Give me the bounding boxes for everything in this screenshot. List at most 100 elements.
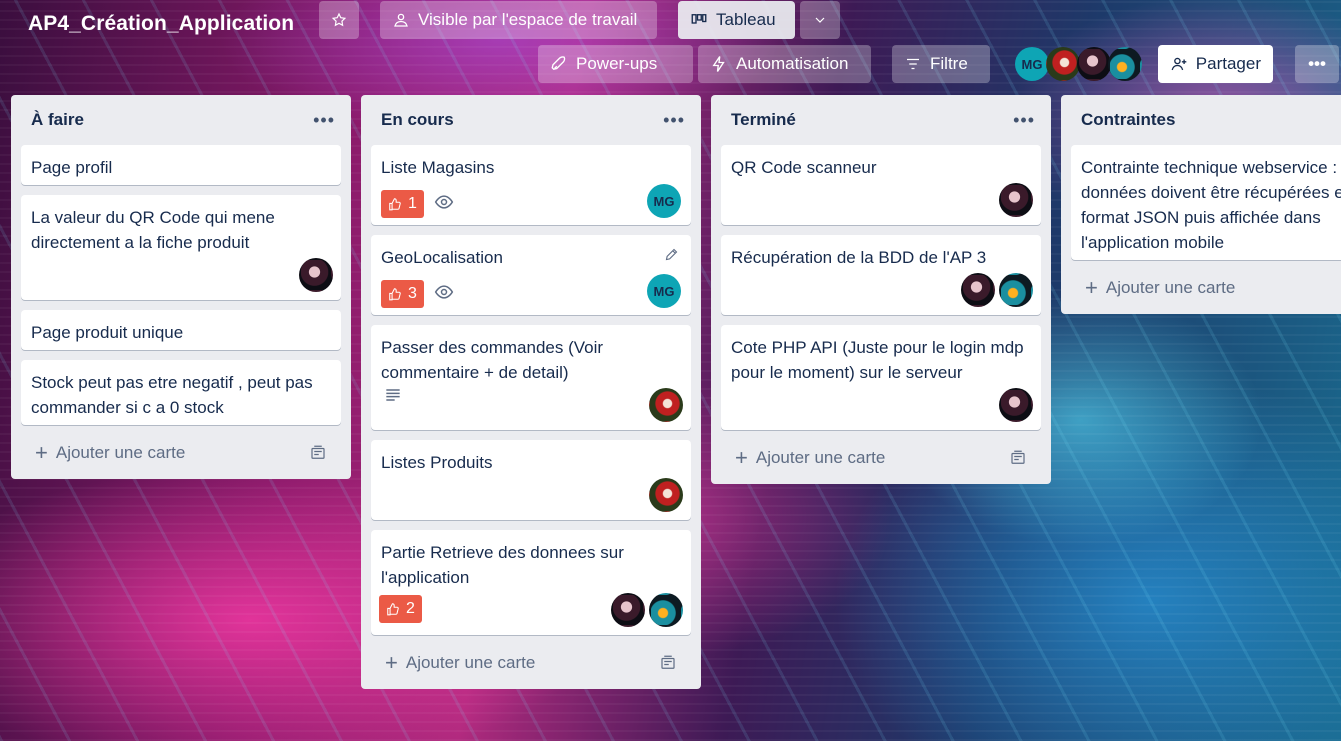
view-switcher-board[interactable]: Tableau <box>678 1 795 39</box>
card[interactable]: Récupération de la BDD de l'AP 3 <box>721 235 1041 315</box>
member-avatar[interactable] <box>299 258 333 292</box>
member-avatar[interactable] <box>999 388 1033 422</box>
plus-icon: + <box>35 440 48 465</box>
card-title: Page profil <box>31 158 113 177</box>
star-button[interactable] <box>319 1 359 39</box>
add-card-label: Ajouter une carte <box>1105 278 1236 297</box>
thumbs-up-icon <box>389 198 401 211</box>
edit-pencil-icon[interactable] <box>664 247 679 267</box>
card[interactable]: Liste Magasins 1 MG <box>371 145 691 225</box>
list-contraintes: Contraintes Contrainte technique webserv… <box>1061 95 1341 314</box>
list-termine: Terminé ••• QR Code scanneur Récupératio… <box>711 95 1051 484</box>
member-avatar[interactable] <box>649 593 683 627</box>
chevron-down-icon <box>815 17 825 23</box>
member-avatar[interactable] <box>1108 47 1142 81</box>
card-members <box>649 478 683 512</box>
list-title[interactable]: Terminé <box>731 110 796 130</box>
share-button[interactable]: Partager <box>1158 45 1273 83</box>
member-avatar-mg[interactable]: MG <box>1015 47 1049 81</box>
card[interactable]: Page produit unique <box>21 310 341 350</box>
card[interactable]: Stock peut pas etre negatif , peut pas c… <box>21 360 341 425</box>
card-title: Contrainte technique webservice : donnée… <box>1081 158 1341 252</box>
template-icon[interactable] <box>309 444 327 462</box>
card-members <box>961 273 1033 307</box>
card[interactable]: Listes Produits <box>371 440 691 520</box>
template-icon[interactable] <box>659 654 677 672</box>
list-title[interactable]: À faire <box>31 110 84 130</box>
view-dropdown-button[interactable] <box>800 1 840 39</box>
visibility-button[interactable]: Visible par l'espace de travail <box>380 1 657 39</box>
add-person-icon <box>1171 57 1187 71</box>
card[interactable]: Partie Retrieve des donnees sur l'applic… <box>371 530 691 635</box>
star-icon <box>331 12 347 27</box>
card-title: Stock peut pas etre negatif , peut pas c… <box>31 373 313 417</box>
vote-count: 3 <box>408 285 417 302</box>
vote-badge: 3 <box>381 280 424 308</box>
add-card-label: Ajouter une carte <box>55 443 186 462</box>
filter-label: Filtre <box>930 54 968 73</box>
automation-label: Automatisation <box>736 54 849 73</box>
visibility-label: Visible par l'espace de travail <box>418 10 638 29</box>
member-avatar-mg[interactable]: MG <box>647 184 681 218</box>
board-view-icon <box>691 14 707 24</box>
card[interactable]: Page profil <box>21 145 341 185</box>
template-icon[interactable] <box>1009 449 1027 467</box>
card[interactable]: GeoLocalisation 3 MG <box>371 235 691 315</box>
add-card-label: Ajouter une carte <box>755 448 886 467</box>
member-avatar[interactable] <box>611 593 645 627</box>
member-avatar[interactable] <box>961 273 995 307</box>
filter-icon <box>907 58 919 70</box>
card[interactable]: Cote PHP API (Juste pour le login mdp po… <box>721 325 1041 430</box>
card-title: Passer des commandes (Voir commentaire +… <box>381 338 604 382</box>
add-card-button[interactable]: + Ajouter une carte <box>19 435 343 471</box>
filter-button[interactable]: Filtre <box>892 45 990 83</box>
card-title: Listes Produits <box>381 453 493 472</box>
card-title: Partie Retrieve des donnees sur l'applic… <box>381 543 624 587</box>
member-avatar[interactable] <box>1046 47 1080 81</box>
add-card-button[interactable]: + Ajouter une carte <box>369 645 693 681</box>
list-title[interactable]: Contraintes <box>1081 110 1175 130</box>
board-title[interactable]: AP4_Création_Application <box>22 8 300 40</box>
watching-eye-icon <box>434 282 454 307</box>
card[interactable]: Contrainte technique webservice : donnée… <box>1071 145 1341 260</box>
card-title: QR Code scanneur <box>731 158 877 177</box>
list-menu-button[interactable]: ••• <box>1013 110 1035 131</box>
list-menu-button[interactable]: ••• <box>313 110 335 131</box>
description-icon <box>383 385 403 410</box>
card-members <box>299 258 333 292</box>
add-card-button[interactable]: + Ajouter une carte <box>719 440 1043 476</box>
card-title: GeoLocalisation <box>381 248 503 267</box>
plus-icon: + <box>385 650 398 675</box>
share-label: Partager <box>1195 54 1261 73</box>
powerups-button[interactable]: Power-ups <box>538 45 693 83</box>
member-avatar[interactable] <box>649 388 683 422</box>
card[interactable]: Passer des commandes (Voir commentaire +… <box>371 325 691 430</box>
add-card-label: Ajouter une carte <box>405 653 536 672</box>
board-menu-button[interactable]: ••• <box>1295 45 1339 83</box>
lightning-icon <box>712 56 725 72</box>
board-members: MG <box>1015 47 1142 81</box>
card-title: Page produit unique <box>31 323 184 342</box>
list-menu-button[interactable]: ••• <box>663 110 685 131</box>
list-en-cours: En cours ••• Liste Magasins 1 MG GeoLoca… <box>361 95 701 689</box>
add-card-button[interactable]: + Ajouter une carte <box>1069 270 1333 306</box>
card[interactable]: QR Code scanneur <box>721 145 1041 225</box>
automation-button[interactable]: Automatisation <box>698 45 871 83</box>
thumbs-up-icon <box>389 288 401 301</box>
card-title: Récupération de la BDD de l'AP 3 <box>731 248 987 267</box>
member-avatar[interactable] <box>999 183 1033 217</box>
member-avatar[interactable] <box>649 478 683 512</box>
card[interactable]: La valeur du QR Code qui mene directemen… <box>21 195 341 300</box>
vote-count: 1 <box>408 195 417 212</box>
member-avatar[interactable] <box>999 273 1033 307</box>
member-avatar-mg[interactable]: MG <box>647 274 681 308</box>
list-title[interactable]: En cours <box>381 110 454 130</box>
card-members <box>649 388 683 422</box>
member-avatar[interactable] <box>1077 47 1111 81</box>
watching-eye-icon <box>434 192 454 217</box>
view-label: Tableau <box>716 10 776 29</box>
rocket-icon <box>551 56 566 70</box>
vote-badge: 2 <box>379 595 422 623</box>
card-members <box>999 183 1033 217</box>
card-title: La valeur du QR Code qui mene directemen… <box>31 208 275 252</box>
